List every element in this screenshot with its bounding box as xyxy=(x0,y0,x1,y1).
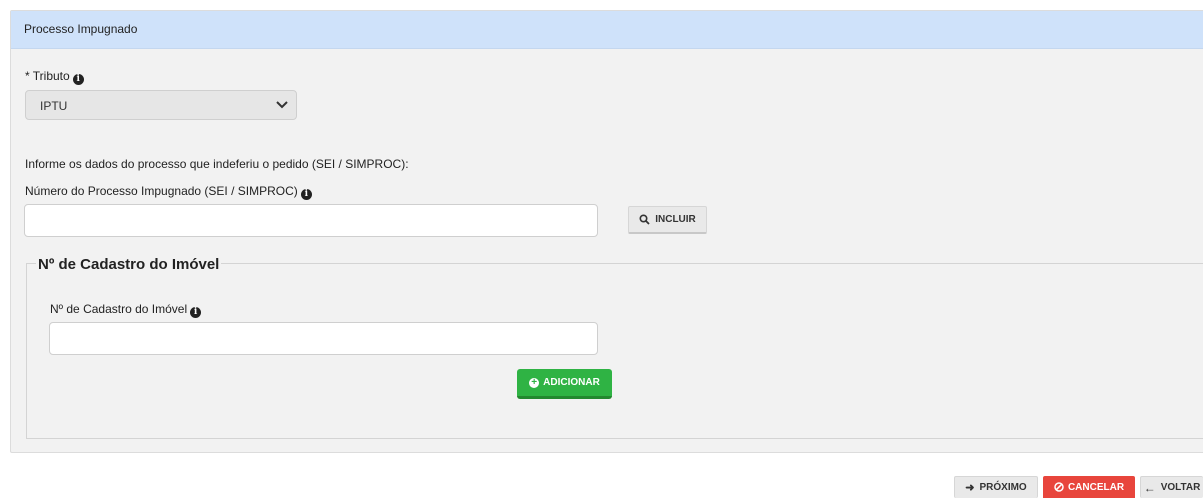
adicionar-button-label: ADICIONAR xyxy=(543,377,600,388)
arrow-right-icon: ➜ xyxy=(965,482,975,494)
voltar-button[interactable]: ← VOLTAR xyxy=(1140,476,1203,498)
cadastro-input[interactable] xyxy=(49,322,598,355)
search-icon xyxy=(639,214,650,225)
tributo-label-text: * Tributo xyxy=(25,69,70,83)
incluir-button-label: INCLUIR xyxy=(655,214,696,225)
adicionar-button[interactable]: + ADICIONAR xyxy=(517,369,612,399)
proximo-button-label: PRÓXIMO xyxy=(979,482,1027,493)
info-icon[interactable]: i xyxy=(72,74,84,85)
chevron-down-icon xyxy=(276,101,288,109)
cadastro-legend: Nº de Cadastro do Imóvel xyxy=(36,256,222,273)
arrow-left-icon: ← xyxy=(1143,480,1156,495)
tributo-select[interactable]: IPTU xyxy=(25,90,297,120)
info-icon[interactable]: i xyxy=(190,307,202,318)
processo-label: Número do Processo Impugnado (SEI / SIMP… xyxy=(25,184,312,200)
panel-title: Processo Impugnado xyxy=(11,11,1203,49)
cadastro-label: Nº de Cadastro do Imóvel i xyxy=(50,302,202,318)
incluir-button[interactable]: INCLUIR xyxy=(628,206,707,234)
tributo-selected-value: IPTU xyxy=(40,99,68,113)
cancelar-button[interactable]: CANCELAR xyxy=(1043,476,1135,498)
cancelar-button-label: CANCELAR xyxy=(1067,481,1125,493)
ban-icon xyxy=(1054,482,1064,492)
processo-instructions: Informe os dados do processo que indefer… xyxy=(25,157,409,171)
tributo-label: * Tributo i xyxy=(25,69,84,85)
processo-impugnado-panel: Processo Impugnado * Tributo i IPTU Infor… xyxy=(10,10,1203,453)
processo-number-input[interactable] xyxy=(24,204,598,237)
voltar-button-label: VOLTAR xyxy=(1160,482,1201,493)
cadastro-label-text: Nº de Cadastro do Imóvel xyxy=(50,302,188,316)
plus-circle-icon: + xyxy=(529,377,540,388)
info-icon[interactable]: i xyxy=(300,189,312,200)
proximo-button[interactable]: ➜ PRÓXIMO xyxy=(954,476,1038,498)
processo-label-text: Número do Processo Impugnado (SEI / SIMP… xyxy=(25,184,298,198)
